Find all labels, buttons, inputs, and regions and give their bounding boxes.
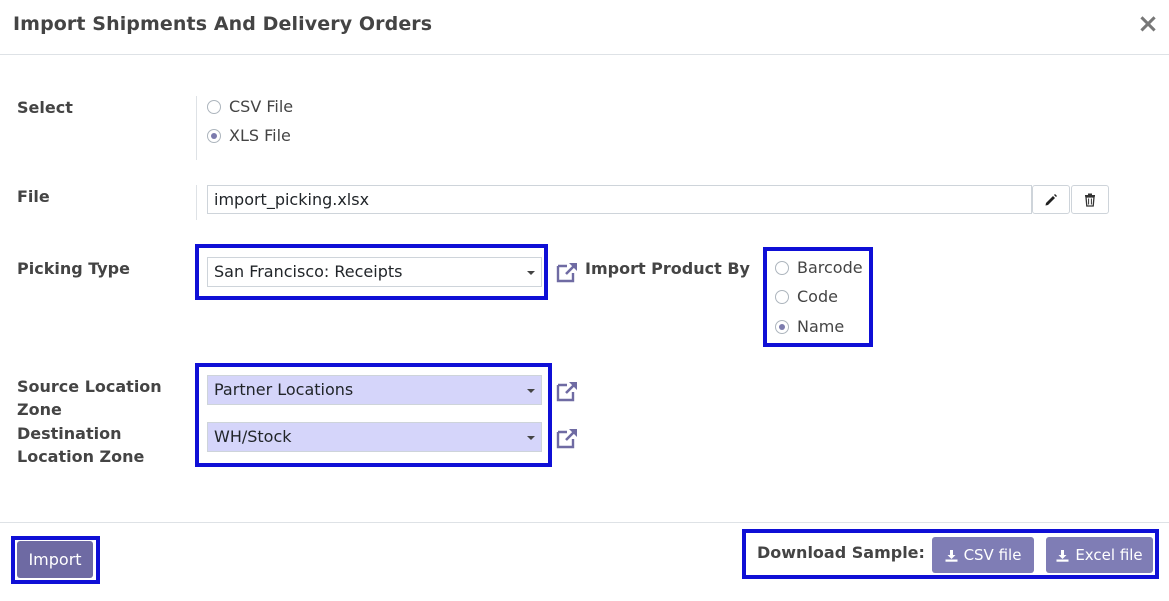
destination-location-value: WH/Stock bbox=[214, 427, 292, 446]
external-link-icon[interactable] bbox=[555, 379, 581, 403]
radio-button[interactable] bbox=[775, 319, 789, 334]
divider bbox=[196, 185, 197, 220]
source-location-value: Partner Locations bbox=[214, 380, 354, 399]
destination-location-label: Destination Location Zone bbox=[17, 424, 145, 466]
radio-barcode[interactable]: Barcode bbox=[775, 258, 863, 277]
radio-label: Code bbox=[797, 287, 838, 306]
radio-label: CSV File bbox=[229, 97, 294, 116]
import-button[interactable]: Import bbox=[17, 541, 93, 578]
external-link-icon[interactable] bbox=[555, 426, 581, 450]
download-icon bbox=[945, 549, 958, 562]
radio-button[interactable] bbox=[207, 99, 221, 114]
download-csv-button[interactable]: CSV file bbox=[932, 537, 1034, 573]
picking-type-value: San Francisco: Receipts bbox=[214, 262, 403, 281]
caret-down-icon bbox=[527, 436, 535, 440]
radio-name[interactable]: Name bbox=[775, 317, 844, 336]
download-sample-label: Download Sample: bbox=[757, 543, 925, 562]
radio-button[interactable] bbox=[207, 128, 221, 143]
radio-label: Name bbox=[797, 317, 845, 336]
caret-down-icon bbox=[527, 389, 535, 393]
edit-file-button[interactable] bbox=[1032, 185, 1070, 214]
select-label: Select bbox=[17, 98, 73, 117]
picking-type-label: Picking Type bbox=[17, 259, 130, 278]
source-location-select[interactable]: Partner Locations bbox=[207, 375, 542, 405]
dialog-title: Import Shipments And Delivery Orders bbox=[13, 13, 433, 35]
import-product-by-label: Import Product By bbox=[585, 259, 750, 278]
file-label: File bbox=[17, 187, 50, 206]
download-excel-button[interactable]: Excel file bbox=[1046, 537, 1153, 573]
file-name-field[interactable]: import_picking.xlsx bbox=[207, 185, 1032, 214]
radio-button[interactable] bbox=[775, 260, 789, 275]
download-icon bbox=[1056, 549, 1069, 562]
caret-down-icon bbox=[527, 271, 535, 275]
radio-csv-file[interactable]: CSV File bbox=[207, 97, 293, 116]
source-location-label: Source Location Zone bbox=[17, 377, 162, 419]
radio-button[interactable] bbox=[775, 289, 789, 304]
radio-code[interactable]: Code bbox=[775, 287, 838, 306]
radio-label: XLS File bbox=[229, 126, 291, 145]
radio-xls-file[interactable]: XLS File bbox=[207, 126, 291, 145]
destination-location-select[interactable]: WH/Stock bbox=[207, 422, 542, 452]
excel-file-label: Excel file bbox=[1075, 546, 1143, 564]
trash-icon bbox=[1085, 193, 1095, 207]
external-link-icon[interactable] bbox=[555, 260, 581, 284]
picking-type-select[interactable]: San Francisco: Receipts bbox=[207, 257, 542, 287]
pencil-icon bbox=[1045, 193, 1057, 205]
dialog-header: Import Shipments And Delivery Orders × bbox=[0, 0, 1169, 55]
divider bbox=[196, 96, 197, 160]
radio-label: Barcode bbox=[797, 258, 863, 277]
delete-file-button[interactable] bbox=[1071, 185, 1109, 214]
close-icon[interactable]: × bbox=[1137, 10, 1159, 38]
csv-file-label: CSV file bbox=[963, 546, 1022, 564]
